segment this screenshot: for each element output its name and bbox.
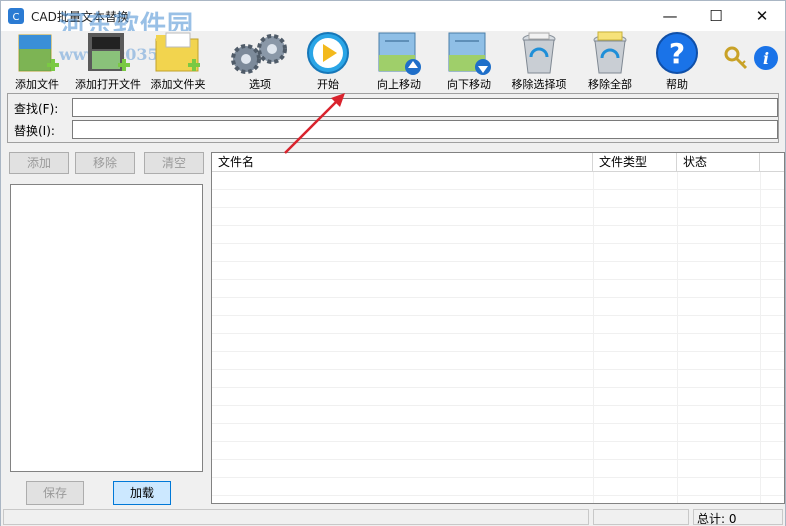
table-row — [212, 406, 784, 424]
table-row — [212, 352, 784, 370]
add-file-icon — [18, 34, 59, 72]
move-down-icon — [448, 32, 491, 75]
table-row — [212, 478, 784, 496]
move-down-button[interactable]: 向下移动 — [443, 31, 495, 93]
add-open-file-label: 添加打开文件 — [75, 78, 141, 91]
replace-row: 替换(I): — [14, 120, 778, 140]
help-label: 帮助 — [666, 78, 688, 91]
table-row — [212, 460, 784, 478]
column-separator — [593, 172, 594, 503]
add-file-label: 添加文件 — [15, 78, 59, 91]
move-up-label: 向上移动 — [377, 78, 421, 91]
table-row — [212, 244, 784, 262]
add-button[interactable]: 添加 — [9, 152, 69, 174]
clear-button[interactable]: 清空 — [144, 152, 204, 174]
status-cell-mid — [593, 509, 689, 525]
table-row — [212, 442, 784, 460]
move-up-icon — [378, 32, 421, 75]
app-icon: C — [8, 8, 24, 24]
file-table[interactable]: 文件名 文件类型 状态 — [211, 152, 785, 504]
total-count: 总计: 0 — [697, 512, 737, 526]
play-icon — [307, 32, 349, 74]
remove-selected-label: 移除选择项 — [511, 78, 567, 91]
table-row — [212, 298, 784, 316]
add-file-button[interactable]: 添加文件 — [9, 31, 65, 93]
status-cell-main — [3, 509, 589, 525]
save-button[interactable]: 保存 — [26, 481, 84, 505]
svg-text:C: C — [13, 12, 20, 23]
add-open-file-button[interactable]: 添加打开文件 — [75, 31, 141, 93]
svg-text:i: i — [763, 49, 769, 68]
close-button[interactable]: ✕ — [739, 1, 785, 31]
column-header-status[interactable]: 状态 — [677, 153, 760, 172]
table-row — [212, 190, 784, 208]
status-bar: 总计: 0 — [1, 508, 785, 526]
gears-icon — [231, 34, 287, 74]
table-row — [212, 316, 784, 334]
table-row — [212, 388, 784, 406]
table-row — [212, 370, 784, 388]
column-header-filename[interactable]: 文件名 — [212, 153, 593, 172]
table-row — [212, 334, 784, 352]
add-open-file-icon — [88, 33, 130, 71]
column-separator — [677, 172, 678, 503]
left-list[interactable] — [10, 184, 203, 472]
key-icon[interactable] — [723, 45, 749, 71]
table-header: 文件名 文件类型 状态 — [212, 153, 784, 172]
maximize-button[interactable]: ☐ — [693, 1, 739, 31]
add-folder-button[interactable]: 添加文件夹 — [149, 31, 207, 93]
left-panel: 添加 移除 清空 保存 加载 — [7, 149, 207, 507]
options-label: 选项 — [249, 78, 271, 91]
remove-all-button[interactable]: 移除全部 — [585, 31, 635, 93]
column-header-filetype[interactable]: 文件类型 — [593, 153, 677, 172]
recycle-bin-icon — [522, 32, 556, 74]
remove-button[interactable]: 移除 — [75, 152, 135, 174]
svg-text:?: ? — [669, 37, 685, 70]
toolbar: www.pc0359.cn 添加文件 添加打开文件 添加文件夹 选项 开始 向上… — [1, 31, 785, 93]
find-row: 查找(F): — [14, 98, 778, 118]
minimize-button[interactable]: — — [647, 1, 693, 31]
title-bar: C CAD批量文本替换 河东软件园 — ☐ ✕ — [1, 1, 785, 41]
replace-label: 替换(I): — [14, 124, 55, 138]
table-row — [212, 280, 784, 298]
start-label: 开始 — [317, 78, 339, 91]
remove-selected-button[interactable]: 移除选择项 — [509, 31, 569, 93]
find-input[interactable] — [72, 98, 778, 117]
add-folder-icon — [155, 32, 200, 72]
load-button[interactable]: 加载 — [113, 481, 171, 505]
info-icon[interactable]: i — [753, 45, 779, 71]
start-button[interactable]: 开始 — [303, 31, 353, 93]
column-separator — [760, 172, 761, 503]
main-window: C CAD批量文本替换 河东软件园 — ☐ ✕ www.pc0359.cn 添加… — [0, 0, 786, 526]
table-row — [212, 262, 784, 280]
recycle-bin-full-icon — [593, 31, 627, 74]
move-down-label: 向下移动 — [447, 78, 491, 91]
add-folder-label: 添加文件夹 — [150, 78, 206, 91]
replace-input[interactable] — [72, 120, 778, 139]
help-icon: ? — [656, 32, 698, 74]
table-row — [212, 172, 784, 190]
options-button[interactable]: 选项 — [227, 31, 293, 93]
find-label: 查找(F): — [14, 102, 59, 116]
remove-all-label: 移除全部 — [588, 78, 632, 91]
table-row — [212, 226, 784, 244]
help-button[interactable]: ? 帮助 — [653, 31, 701, 93]
find-replace-panel: 查找(F): 替换(I): — [7, 93, 779, 143]
table-row — [212, 424, 784, 442]
move-up-button[interactable]: 向上移动 — [373, 31, 425, 93]
table-row — [212, 208, 784, 226]
